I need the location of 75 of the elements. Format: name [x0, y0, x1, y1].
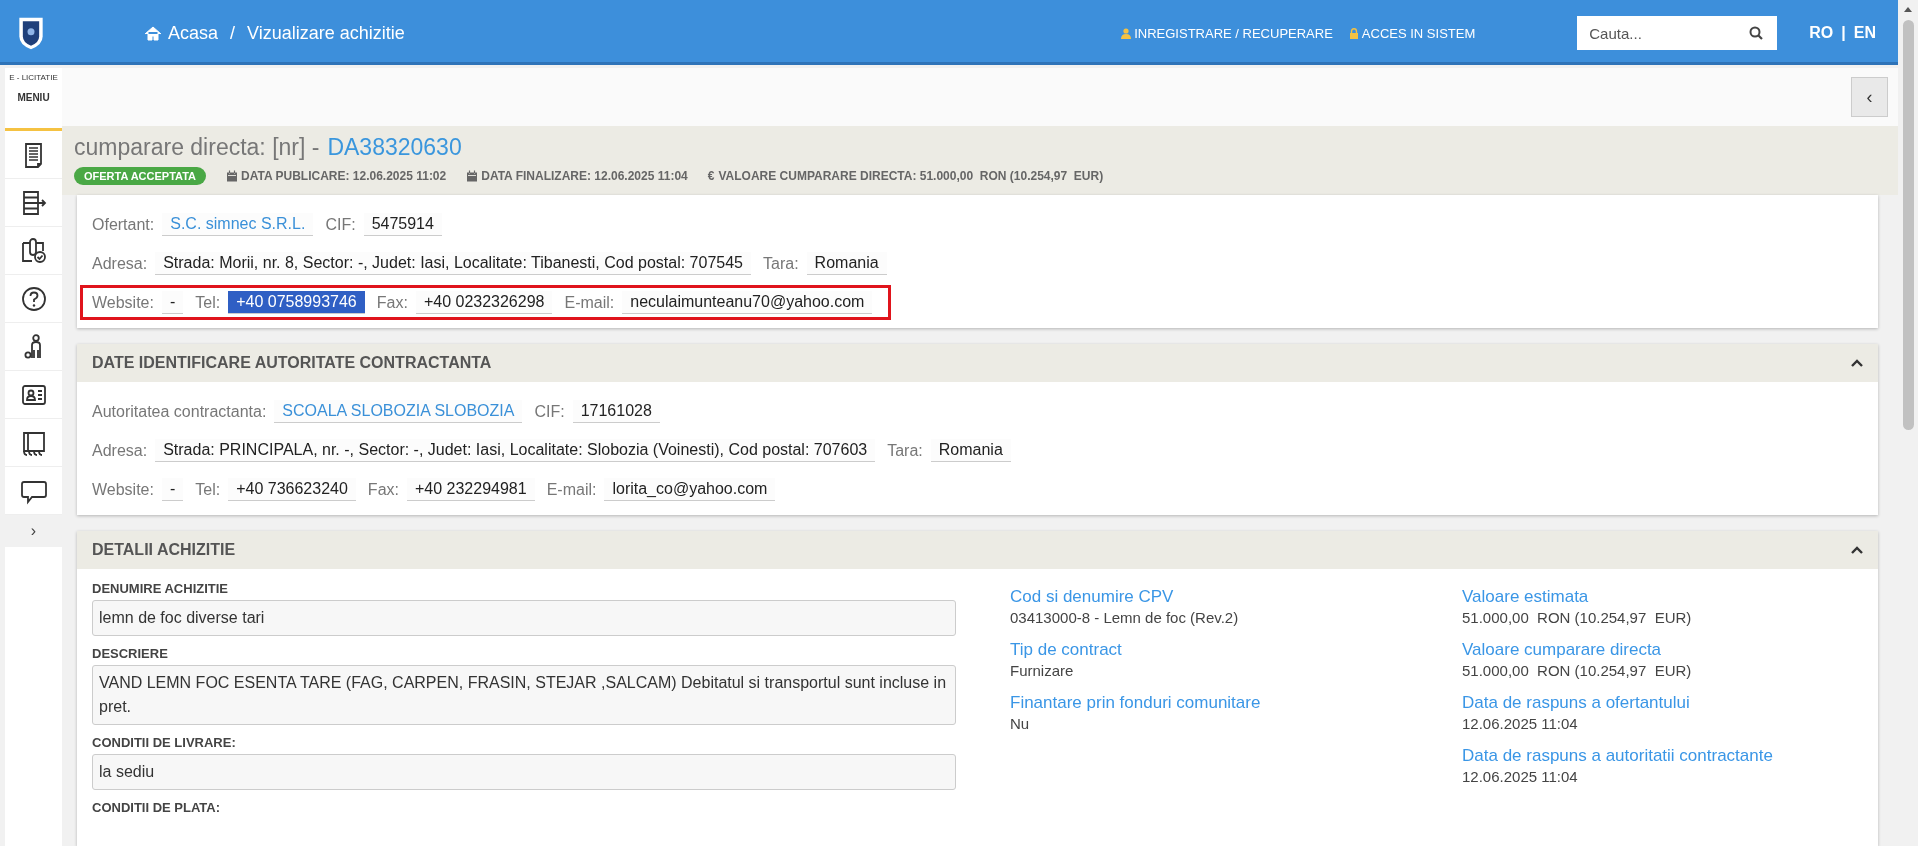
field-label: Tel: [195, 292, 221, 313]
field-label: CONDITII DE LIVRARE: [92, 735, 237, 750]
field-label: E-mail: [546, 479, 597, 500]
field-label: DENUMIRE ACHIZITIE [92, 581, 230, 596]
info-value: 12.06.2025 11:04 [1462, 715, 1579, 732]
info-label: Finantare prin fonduri comunitare [1010, 693, 1262, 713]
shield-logo-icon[interactable] [17, 15, 45, 51]
info-value: Furnizare [1010, 662, 1075, 679]
field-label: Adresa: [92, 253, 148, 274]
procurement-code: DA38320630 [327, 134, 462, 161]
text-area[interactable]: lemn de foc diverse tari [92, 600, 956, 636]
calendar-icon [466, 170, 479, 182]
meta-text: DATA FINALIZARE: 12.06.2025 11:04 [481, 169, 688, 183]
calendar-icon [226, 170, 239, 182]
section-title: DETALII ACHIZITIE [92, 541, 236, 559]
language-separator: | [1841, 24, 1846, 42]
collapse-button[interactable]: ‹ [1851, 77, 1888, 117]
scrollbar-thumb[interactable] [1902, 20, 1914, 430]
search-icon[interactable] [1749, 26, 1764, 40]
help-icon[interactable] [19, 284, 48, 313]
info-value: Nu [1010, 715, 1031, 732]
field-label: Autoritatea contractanta: [92, 401, 267, 422]
field-label: Tara: [887, 440, 923, 461]
info-label: Cod si denumire CPV [1010, 587, 1175, 607]
field-label: Website: [92, 479, 154, 500]
field-label: CIF: [534, 401, 565, 422]
field-label: Tara: [763, 253, 799, 274]
field-label: Fax: [376, 292, 408, 313]
expand-button[interactable]: › [5, 515, 62, 547]
section-header[interactable]: DETALII ACHIZITIE [77, 531, 1878, 569]
home-link[interactable]: Acasa [144, 22, 219, 44]
info-label: Data de raspuns a autoritatii contractante [1462, 746, 1774, 766]
lock-icon [1348, 27, 1359, 39]
section-header[interactable]: DATE IDENTIFICARE AUTORITATE CONTRACTANTA [77, 344, 1878, 382]
field-label: Adresa: [92, 440, 148, 461]
info-label: Data de raspuns a ofertantului [1462, 693, 1691, 713]
scrollbar[interactable] [1898, 0, 1918, 846]
info-value: 51.000,00 RON (10.254,97 EUR) [1462, 662, 1693, 679]
meta-text: DATA PUBLICARE: 12.06.2025 11:02 [241, 169, 447, 183]
field-label: DESCRIERE [92, 646, 169, 661]
menu-label[interactable]: MENIU [17, 92, 50, 103]
language-link[interactable]: RO [1809, 24, 1834, 42]
breadcrumb-separator: / [230, 22, 236, 44]
field-label: Tel: [195, 479, 221, 500]
info-label: Tip de contract [1010, 640, 1123, 660]
chevron-up-icon[interactable] [1850, 357, 1864, 369]
status-badge: OFERTA ACCEPTATA [74, 167, 207, 185]
field-label: Fax: [367, 479, 399, 500]
clipboard-check-icon[interactable] [19, 236, 48, 265]
info-value: 51.000,00 RON (10.254,97 EUR) [1462, 609, 1693, 626]
field-label: Website: [92, 292, 154, 313]
field-label: CIF: [325, 214, 356, 235]
login-link[interactable]: ACCES IN SISTEM [1348, 25, 1476, 41]
selected-value: +40 0758993746 [228, 291, 365, 314]
breadcrumb-current: Vizualizare achizitie [247, 22, 405, 44]
currency-symbol: € [707, 169, 715, 183]
info-value: 12.06.2025 11:04 [1462, 768, 1579, 785]
field-label: Ofertant: [92, 214, 155, 235]
page-title: cumparare directa: [nr] - [74, 134, 320, 161]
chevron-up-icon[interactable] [1850, 544, 1864, 556]
info-value: 03413000-8 - Lemn de foc (Rev.2) [1010, 609, 1240, 626]
home-icon [144, 25, 162, 41]
register-link[interactable]: INREGISTRARE / RECUPERARE [1121, 25, 1333, 41]
info-label: Valoare estimata [1462, 587, 1590, 607]
search-field[interactable]: Cauta... [1577, 16, 1778, 50]
text-area[interactable]: la sediu [92, 754, 956, 790]
field-label: CONDITII DE PLATA: [92, 800, 222, 815]
section-title: DATE IDENTIFICARE AUTORITATE CONTRACTANTA [92, 354, 492, 372]
field-label: E-mail: [564, 292, 615, 313]
text-area[interactable]: VAND LEMN FOC ESENTA TARE (FAG, CARPEN, FRASIN, STEJAR ,SALCAM) Debitatul si transportul sunt incluse in pret. [92, 665, 956, 725]
brand-label: E - LICITATIE [9, 73, 58, 82]
language-link[interactable]: EN [1853, 24, 1876, 42]
info-label: Valoare cumparare directa [1462, 640, 1663, 660]
meta-text: VALOARE CUMPARARE DIRECTA: 51.000,00 RON (10.254,97 EUR) [718, 169, 1104, 183]
user-icon [1121, 27, 1132, 39]
